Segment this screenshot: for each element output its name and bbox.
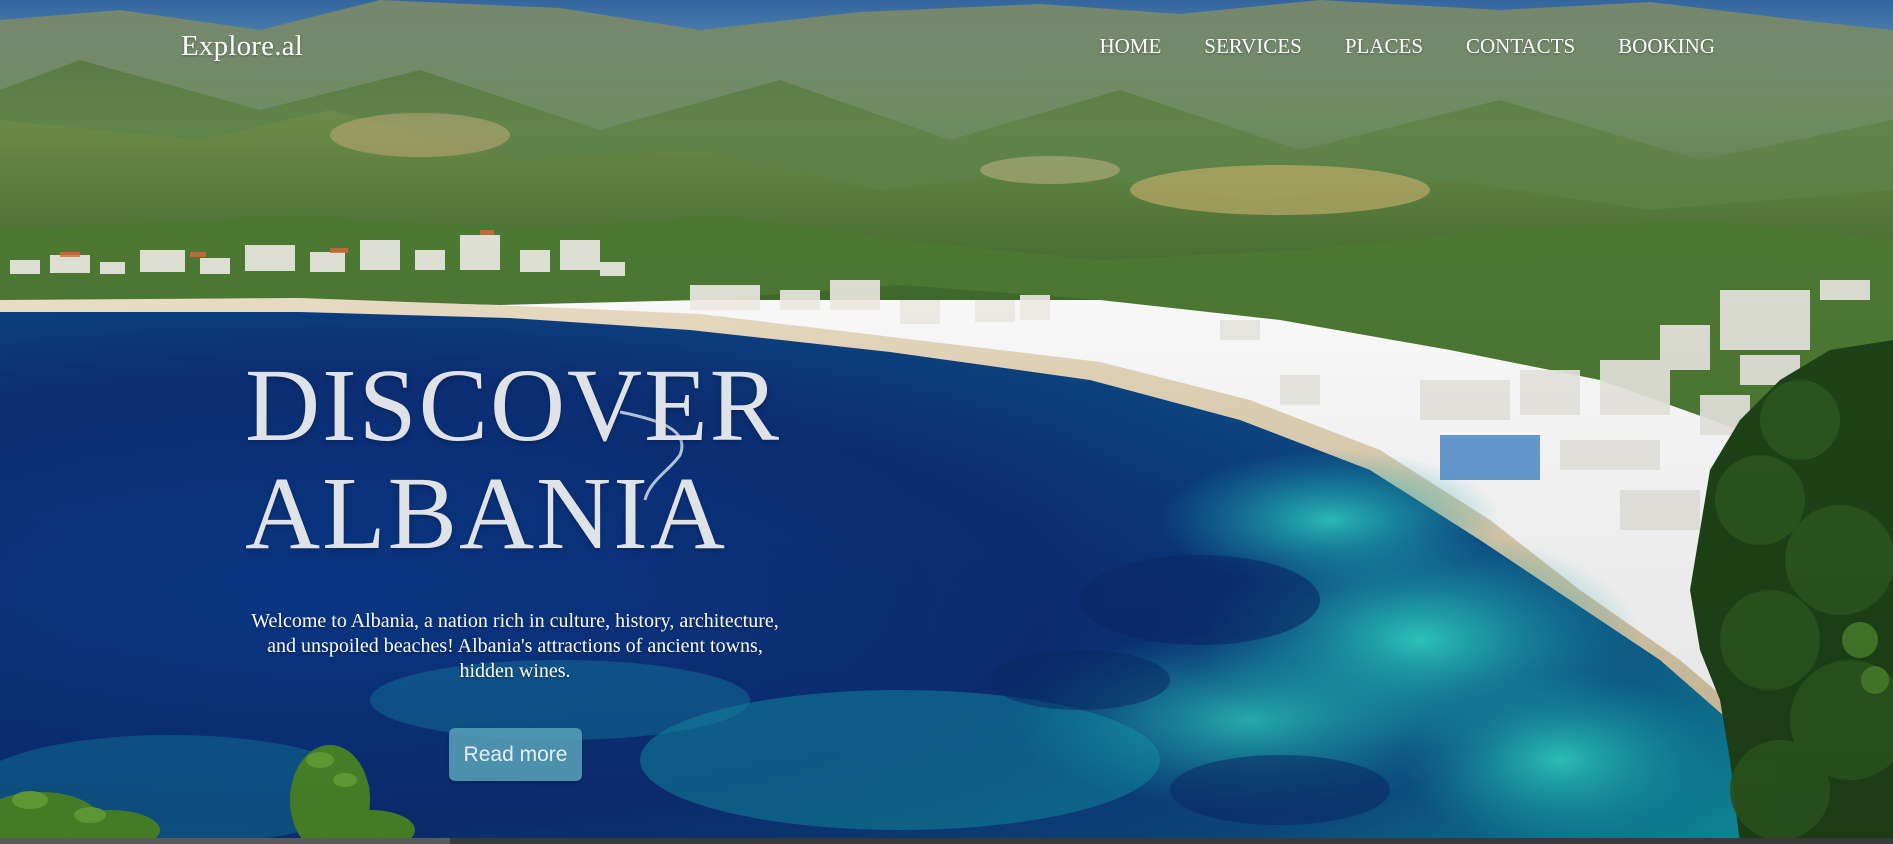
nav-link-booking[interactable]: BOOKING bbox=[1618, 34, 1715, 59]
top-navigation: Explore.al HOME SERVICES PLACES CONTACTS… bbox=[0, 0, 1893, 96]
brand-logo[interactable]: Explore.al bbox=[181, 30, 303, 63]
headline-line-1: DISCOVER bbox=[245, 348, 782, 463]
hero-intro-text: Welcome to Albania, a nation rich in cul… bbox=[251, 610, 779, 682]
nav-link-places[interactable]: PLACES bbox=[1345, 34, 1423, 59]
read-more-button[interactable]: Read more bbox=[449, 728, 582, 781]
nav-link-contacts[interactable]: CONTACTS bbox=[1466, 34, 1575, 59]
nav-link-services[interactable]: SERVICES bbox=[1204, 34, 1302, 59]
scrollbar-thumb[interactable] bbox=[0, 838, 450, 844]
headline-line-2: ALBANIA bbox=[245, 456, 727, 571]
hero-section: Explore.al HOME SERVICES PLACES CONTACTS… bbox=[0, 0, 1893, 844]
nav-menu: HOME SERVICES PLACES CONTACTS BOOKING bbox=[1056, 34, 1715, 59]
nav-link-home[interactable]: HOME bbox=[1099, 34, 1161, 59]
hero-headline: DISCOVER ALBANIA bbox=[245, 352, 781, 568]
horizontal-scrollbar[interactable] bbox=[0, 838, 1893, 844]
